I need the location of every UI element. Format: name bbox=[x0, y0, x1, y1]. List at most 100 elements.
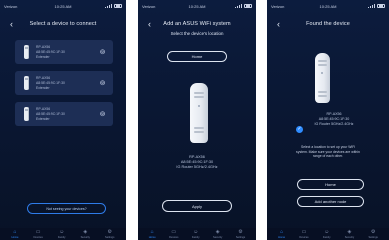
apply-button[interactable]: Apply bbox=[162, 200, 232, 212]
tab-label: Devices bbox=[299, 235, 309, 239]
device-info: RP-AX56 A8:5E:45:9C:1F:30 Extender bbox=[36, 76, 98, 90]
device-note: IG Router 5GHz/2.4GHz bbox=[176, 165, 218, 169]
status-time: 10:25 AM bbox=[188, 3, 206, 9]
device-card[interactable]: RP-AX56 A8:5E:45:9C:1F:30 Extender ⊚ bbox=[15, 71, 113, 95]
tab-settings[interactable]: ⚙ Settings bbox=[368, 228, 378, 239]
security-icon: ◈ bbox=[347, 228, 352, 235]
back-button[interactable]: ‹ bbox=[148, 19, 156, 29]
extender-image bbox=[315, 53, 330, 103]
signal-icon bbox=[368, 4, 375, 8]
extender-thumbnail bbox=[24, 45, 29, 59]
add-node-button[interactable]: Add another node bbox=[297, 196, 364, 207]
selected-check-icon[interactable]: ✓ bbox=[296, 126, 303, 133]
location-select[interactable]: Home bbox=[167, 51, 227, 62]
tab-label: Settings bbox=[235, 235, 246, 239]
tab-settings[interactable]: ⚙ Settings bbox=[235, 228, 246, 239]
status-icons bbox=[368, 4, 385, 8]
back-button[interactable]: ‹ bbox=[10, 19, 18, 29]
family-icon: ☺ bbox=[324, 228, 330, 235]
screen-title: Found the device bbox=[306, 21, 350, 27]
device-mac: A8:5E:45:9C:1F:30 bbox=[36, 81, 65, 85]
status-time: 10:25 AM bbox=[319, 3, 337, 9]
screen-title: Select a device to connect bbox=[29, 21, 97, 27]
tab-label: Devices bbox=[33, 235, 43, 239]
extender-image bbox=[190, 83, 208, 143]
tab-devices[interactable]: ▭ Devices bbox=[169, 228, 179, 239]
device-list: RP-AX56 A8:5E:45:9C:1F:30 Extender ⊚ RP-… bbox=[15, 40, 113, 126]
tab-home[interactable]: ⌂ Home bbox=[12, 228, 19, 239]
security-icon: ◈ bbox=[215, 228, 220, 235]
tab-label: Settings bbox=[368, 235, 378, 239]
tab-bar: ⌂ Home ▭ Devices ☺ Family ◈ Security ⚙ S… bbox=[267, 228, 389, 240]
tab-security[interactable]: ◈ Security bbox=[80, 228, 90, 239]
tab-devices[interactable]: ▭ Devices bbox=[33, 228, 43, 239]
tab-label: Security bbox=[344, 235, 355, 239]
battery-icon bbox=[114, 4, 122, 8]
location-prompt: Select the device's location bbox=[170, 31, 224, 36]
status-icons bbox=[235, 4, 252, 8]
home-icon: ⌂ bbox=[13, 228, 17, 235]
devices-icon: ▭ bbox=[35, 228, 41, 235]
tab-label: Home bbox=[148, 235, 156, 239]
tab-family[interactable]: ☺ Family bbox=[323, 228, 331, 239]
tab-security[interactable]: ◈ Security bbox=[212, 228, 223, 239]
status-carrier: Verizon bbox=[142, 3, 156, 9]
tab-label: Security bbox=[212, 235, 223, 239]
tab-label: Family bbox=[191, 235, 200, 239]
security-icon: ◈ bbox=[83, 228, 88, 235]
status-bar: Verizon 10:25 AM bbox=[4, 3, 122, 9]
device-model: RP-AX56 bbox=[36, 76, 51, 80]
tab-settings[interactable]: ⚙ Settings bbox=[105, 228, 115, 239]
tab-bar: ⌂ Home ▭ Devices ☺ Family ◈ Security ⚙ S… bbox=[138, 228, 256, 240]
battery-icon bbox=[377, 4, 385, 8]
status-bar: Verizon 10:25 AM bbox=[142, 3, 252, 9]
back-button[interactable]: ‹ bbox=[277, 19, 285, 29]
settings-icon: ⚙ bbox=[107, 228, 112, 235]
status-bar: Verizon 10:25 AM bbox=[271, 3, 385, 9]
device-detail: Extender bbox=[36, 55, 50, 59]
device-detail: Extender bbox=[36, 117, 50, 121]
tab-family[interactable]: ☺ Family bbox=[58, 228, 66, 239]
family-icon: ☺ bbox=[59, 228, 65, 235]
status-carrier: Verizon bbox=[271, 3, 285, 9]
device-card[interactable]: RP-AX56 A8:5E:45:9C:1F:30 Extender ⊚ bbox=[15, 40, 113, 64]
device-model: RP-AX56 bbox=[36, 107, 51, 111]
signal-icon bbox=[105, 4, 112, 8]
tab-label: Security bbox=[80, 235, 90, 239]
home-icon: ⌂ bbox=[150, 228, 154, 235]
tab-family[interactable]: ☺ Family bbox=[191, 228, 200, 239]
tab-devices[interactable]: ▭ Devices bbox=[299, 228, 309, 239]
settings-icon: ⚙ bbox=[238, 228, 243, 235]
device-card[interactable]: RP-AX56 A8:5E:45:9C:1F:30 Extender ⊚ bbox=[15, 102, 113, 126]
settings-icon: ⚙ bbox=[370, 228, 376, 235]
battery-icon bbox=[244, 4, 252, 8]
not-seeing-devices-button[interactable]: Not seeing your devices? bbox=[27, 203, 106, 214]
devices-icon: ▭ bbox=[171, 228, 177, 235]
extender-thumbnail bbox=[24, 107, 29, 121]
device-info: RP-AX56 A8:5E:45:9C:1F:30 Extender bbox=[36, 107, 98, 121]
screen-title: Add an ASUS WiFi system bbox=[163, 21, 231, 27]
device-detail: Extender bbox=[36, 86, 50, 90]
wifi-icon: ⊚ bbox=[99, 79, 106, 87]
screen-header: ‹ Select a device to connect bbox=[0, 17, 126, 31]
device-info: RP-AX56 A8:5E:45:9C:1F:30 IG Router 5GHz… bbox=[138, 155, 256, 170]
phone-screen-found-device: Verizon 10:25 AM ‹ Found the device ✓ RP… bbox=[267, 0, 389, 240]
devices-icon: ▭ bbox=[301, 228, 307, 235]
tab-home[interactable]: ⌂ Home bbox=[148, 228, 156, 239]
wifi-icon: ⊚ bbox=[99, 48, 106, 56]
tab-label: Settings bbox=[105, 235, 115, 239]
status-carrier: Verizon bbox=[4, 3, 18, 9]
screen-header: ‹ Add an ASUS WiFi system bbox=[138, 17, 256, 31]
status-time: 10:25 AM bbox=[54, 3, 72, 9]
home-button[interactable]: Home bbox=[297, 179, 364, 190]
tab-label: Home bbox=[278, 235, 286, 239]
family-icon: ☺ bbox=[193, 228, 199, 235]
tab-home[interactable]: ⌂ Home bbox=[278, 229, 286, 239]
screen-header: ‹ Found the device bbox=[267, 17, 389, 31]
tab-label: Devices bbox=[169, 235, 179, 239]
tab-security[interactable]: ◈ Security bbox=[344, 228, 355, 239]
setup-description: Select a location to set up your WiFi sy… bbox=[277, 145, 379, 159]
tab-bar: ⌂ Home ▭ Devices ☺ Family ◈ Security ⚙ S… bbox=[0, 228, 126, 240]
device-info: RP-AX56 A8:5E:45:9C:1F:30 Extender bbox=[36, 45, 98, 59]
signal-icon bbox=[235, 4, 242, 8]
